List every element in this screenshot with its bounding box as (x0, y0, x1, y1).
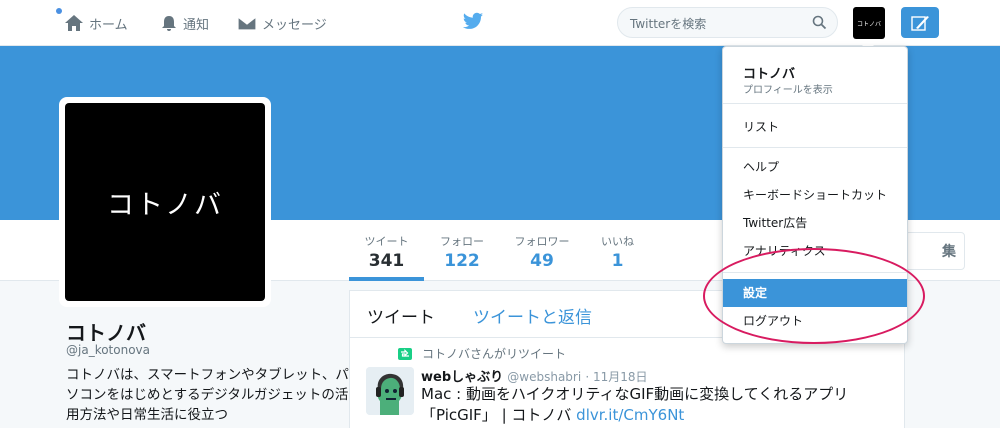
stat-likes-label: いいね (601, 235, 634, 248)
tab-tweets-and-replies[interactable]: ツイートと返信 (473, 303, 592, 328)
dropdown-divider (723, 103, 907, 104)
nav-notifications-label: 通知 (183, 17, 210, 33)
active-tab-underline (349, 277, 424, 281)
stat-tweets-label: ツイート (364, 235, 409, 248)
author-avatar-image (366, 367, 414, 415)
menu-item-help[interactable]: ヘルプ (723, 153, 907, 181)
account-avatar-button[interactable]: コトノバ (853, 7, 885, 39)
account-avatar-text: コトノバ (856, 20, 881, 28)
stat-tweets[interactable]: ツイート 341 (349, 233, 424, 271)
menu-item-twitter-ads[interactable]: Twitter広告 (723, 209, 907, 237)
profile-name[interactable]: コトノバ (66, 317, 146, 346)
search-placeholder: Twitterを検索 (630, 17, 707, 31)
nav-home[interactable]: ホーム (64, 0, 128, 46)
tweet-author-handle[interactable]: @webshabri (507, 370, 581, 384)
stat-following-value: 122 (444, 251, 480, 271)
tweet-date[interactable]: · 11月18日 (585, 370, 647, 384)
tab-tweets[interactable]: ツイート (367, 303, 435, 328)
tweet-text: Mac : 動画をハイクオリティなGIF動画に変換してくれるアプリ「PicGIF… (421, 384, 891, 426)
annotation-highlight-circle (703, 248, 925, 344)
new-indicator-dot (56, 8, 62, 14)
tweet-author-name[interactable]: webしゃぶり (421, 370, 503, 385)
profile-avatar-image: コトノバ (65, 103, 265, 301)
stat-following[interactable]: フォロー 122 (432, 233, 492, 271)
menu-item-keyboard-shortcuts[interactable]: キーボードショートカット (723, 181, 907, 209)
dropdown-divider (723, 147, 907, 148)
nav-messages-label: メッセージ (262, 17, 327, 33)
retweet-context-text: コトノバさんがリツイート (422, 347, 567, 361)
tweet-link[interactable]: dlvr.it/CmY6Nt (576, 406, 684, 424)
profile-avatar[interactable]: コトノバ (59, 97, 271, 307)
top-navigation-bar: ホーム 通知 メッセージ Twitterを検索 コトノバ (0, 0, 1000, 46)
edit-profile-label: 集 (942, 244, 956, 260)
stat-following-label: フォロー (440, 235, 484, 248)
compose-tweet-button[interactable] (901, 7, 939, 38)
stat-tweets-value: 341 (368, 251, 405, 271)
envelope-icon (237, 16, 257, 31)
search-icon[interactable] (812, 15, 827, 30)
search-input[interactable]: Twitterを検索 (617, 7, 838, 38)
dropdown-account-name[interactable]: コトノバ (743, 63, 795, 82)
nav-home-label: ホーム (89, 17, 128, 33)
edit-profile-button[interactable]: 集 (905, 232, 965, 270)
twitter-bird-logo[interactable] (462, 12, 484, 35)
home-icon (65, 15, 83, 31)
retweet-context: コトノバさんがリツイート (398, 345, 566, 362)
menu-item-lists[interactable]: リスト (723, 113, 907, 141)
twitter-bird-icon (462, 12, 484, 29)
dropdown-view-profile[interactable]: プロフィールを表示 (743, 81, 833, 96)
nav-notifications[interactable]: 通知 (160, 0, 209, 46)
stat-followers-label: フォロワー (514, 235, 570, 248)
stat-followers[interactable]: フォロワー 49 (507, 233, 577, 271)
stat-likes[interactable]: いいね 1 (590, 233, 645, 271)
bell-icon (162, 16, 176, 31)
profile-handle[interactable]: @ja_kotonova (66, 343, 150, 357)
retweet-icon (398, 347, 412, 360)
stat-likes-value: 1 (611, 251, 624, 271)
tweet-header: webしゃぶり @webshabri · 11月18日 (421, 366, 648, 385)
tweet-author-avatar[interactable] (366, 367, 414, 415)
nav-messages[interactable]: メッセージ (237, 0, 327, 46)
compose-quill-icon (911, 15, 929, 31)
stat-followers-value: 49 (530, 251, 554, 271)
profile-bio: コトノバは、スマートフォンやタブレット、パソコンをはじめとするデジタルガジェット… (66, 367, 349, 423)
